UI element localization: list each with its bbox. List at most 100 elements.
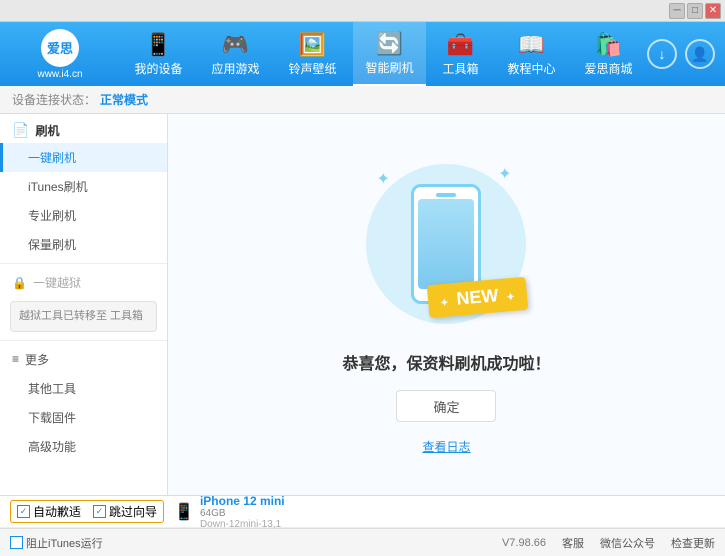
device-phone-icon: 📱 [174,502,194,522]
nav-item-ringtone[interactable]: 🖼️ 铃声壁纸 [276,22,348,86]
stop-itunes-label: 阻止iTunes运行 [26,535,103,551]
skip-wizard-check-icon: ✓ [93,505,106,518]
sidebar-item-itunes-flash[interactable]: iTunes刷机 [0,172,167,201]
device-firmware: Down-12mini-13,1 [200,519,285,530]
update-button[interactable]: 检查更新 [671,535,715,551]
nav-label-ringtone: 铃声壁纸 [288,60,336,77]
stop-itunes-checkbox[interactable]: 阻止iTunes运行 [10,535,103,551]
jailbreak-lock-icon: 🔒 [12,276,27,290]
device-info: 📱 iPhone 12 mini 64GB Down-12mini-13,1 [164,490,295,534]
main-content: NEW ✦ ✦ 恭喜您，保资料刷机成功啦！ 确定 查看日志 [168,114,725,495]
view-log-link[interactable]: 查看日志 [422,438,470,455]
success-area: NEW ✦ ✦ 恭喜您，保资料刷机成功啦！ 确定 查看日志 [342,154,550,455]
nav-item-my-device[interactable]: 📱 我的设备 [122,22,194,86]
bottom-section: ✓ 自动歉适 ✓ 跳过向导 📱 iPhone 12 mini 64GB Down… [0,495,725,556]
more-icon: ≡ [12,352,19,366]
top-nav: 爱思 www.i4.cn 📱 我的设备 🎮 应用游戏 🖼️ 铃声壁纸 🔄 智能刷… [0,22,725,86]
title-bar: ─ □ ✕ [0,0,725,22]
nav-label-apps-games: 应用游戏 [211,60,259,77]
device-name: iPhone 12 mini [200,494,285,508]
minimize-button[interactable]: ─ [669,3,685,19]
nav-item-toolbox[interactable]: 🧰 工具箱 [430,22,490,86]
nav-label-shop: 爱思商城 [584,60,632,77]
sidebar-item-other-tools[interactable]: 其他工具 [0,374,167,403]
nav-item-apps-games[interactable]: 🎮 应用游戏 [199,22,271,86]
checkbox-container: ✓ 自动歉适 ✓ 跳过向导 [10,500,164,523]
flash-section-icon: 📄 [12,122,29,139]
sidebar-item-save-flash[interactable]: 保量刷机 [0,230,167,259]
more-label: 更多 [25,351,49,368]
nav-label-my-device: 我的设备 [134,60,182,77]
flash-section-header: 📄 刷机 [0,114,167,143]
maximize-button[interactable]: □ [687,3,703,19]
sidebar-item-advanced[interactable]: 高级功能 [0,432,167,461]
support-button[interactable]: 客服 [562,535,584,551]
skip-wizard-label: 跳过向导 [109,503,157,520]
success-text: 恭喜您，保资料刷机成功啦！ [342,350,550,374]
bottom-left: 阻止iTunes运行 [10,535,103,551]
nav-label-toolbox: 工具箱 [442,60,478,77]
sidebar-item-pro-flash[interactable]: 专业刷机 [0,201,167,230]
pro-flash-label: 专业刷机 [28,209,76,223]
jailbreak-notice-text: 越狱工具已转移至 工具箱 [19,310,143,322]
sparkle-2: ✦ [498,164,511,184]
nav-item-shop[interactable]: 🛍️ 爱思商城 [572,22,644,86]
confirm-button[interactable]: 确定 [396,390,496,422]
sidebar-item-one-click-flash[interactable]: 一键刷机 [0,143,167,172]
nav-right: ↓ 👤 [647,39,725,69]
version-text: V7.98.66 [502,537,546,549]
divider-2 [0,340,167,341]
jailbreak-notice: 越狱工具已转移至 工具箱 [10,301,157,332]
smart-flash-icon: 🔄 [376,31,403,57]
tutorial-icon: 📖 [518,32,545,58]
auto-connect-checkbox[interactable]: ✓ 自动歉适 [17,503,81,520]
nav-item-tutorial[interactable]: 📖 教程中心 [495,22,567,86]
one-click-flash-label: 一键刷机 [28,151,76,165]
stop-itunes-check-icon [10,536,23,549]
sidebar-item-download-firmware[interactable]: 下载固件 [0,403,167,432]
my-device-icon: 📱 [145,32,172,58]
ringtone-icon: 🖼️ [299,32,326,58]
flash-section-label: 刷机 [35,122,59,139]
phone-notch [436,193,456,197]
wechat-button[interactable]: 微信公众号 [600,535,655,551]
auto-connect-label: 自动歉适 [33,503,81,520]
main-layout: 📄 刷机 一键刷机 iTunes刷机 专业刷机 保量刷机 🔒 一键越狱 越狱工具… [0,114,725,495]
nav-items: 📱 我的设备 🎮 应用游戏 🖼️ 铃声壁纸 🔄 智能刷机 🧰 工具箱 📖 教程中… [120,22,647,86]
advanced-label: 高级功能 [28,440,76,454]
jailbreak-section-header: 🔒 一键越狱 [0,268,167,297]
download-button[interactable]: ↓ [647,39,677,69]
save-flash-label: 保量刷机 [28,238,76,252]
logo-area: 爱思 www.i4.cn [0,29,120,80]
phone-screen [418,199,474,289]
shop-icon: 🛍️ [595,32,622,58]
confirm-btn-label: 确定 [433,397,459,416]
nav-label-tutorial: 教程中心 [507,60,555,77]
status-value: 正常模式 [100,91,148,108]
device-storage: 64GB [200,508,285,519]
logo-icon: 爱思 [41,29,79,67]
sparkle-1: ✦ [376,169,389,189]
sidebar: 📄 刷机 一键刷机 iTunes刷机 专业刷机 保量刷机 🔒 一键越狱 越狱工具… [0,114,168,495]
logo-subtext: www.i4.cn [37,69,82,80]
skip-wizard-checkbox[interactable]: ✓ 跳过向导 [93,503,157,520]
nav-label-smart-flash: 智能刷机 [365,59,413,76]
more-section-header: ≡ 更多 [0,345,167,374]
close-button[interactable]: ✕ [705,3,721,19]
jailbreak-label: 一键越狱 [33,274,81,291]
phone-illustration: NEW ✦ ✦ [346,154,546,334]
status-bar: 设备连接状态： 正常模式 [0,86,725,114]
new-badge-text: NEW [455,285,499,309]
download-firmware-label: 下载固件 [28,411,76,425]
bottom-right: V7.98.66 客服 微信公众号 检查更新 [502,535,715,551]
user-button[interactable]: 👤 [685,39,715,69]
other-tools-label: 其他工具 [28,382,76,396]
nav-item-smart-flash[interactable]: 🔄 智能刷机 [353,22,425,86]
divider-1 [0,263,167,264]
itunes-flash-label: iTunes刷机 [28,180,88,194]
checkbox-row: ✓ 自动歉适 ✓ 跳过向导 📱 iPhone 12 mini 64GB Down… [0,496,725,528]
apps-games-icon: 🎮 [222,32,249,58]
auto-connect-check-icon: ✓ [17,505,30,518]
toolbox-icon: 🧰 [447,32,474,58]
bottom-bar: 阻止iTunes运行 V7.98.66 客服 微信公众号 检查更新 [0,528,725,556]
